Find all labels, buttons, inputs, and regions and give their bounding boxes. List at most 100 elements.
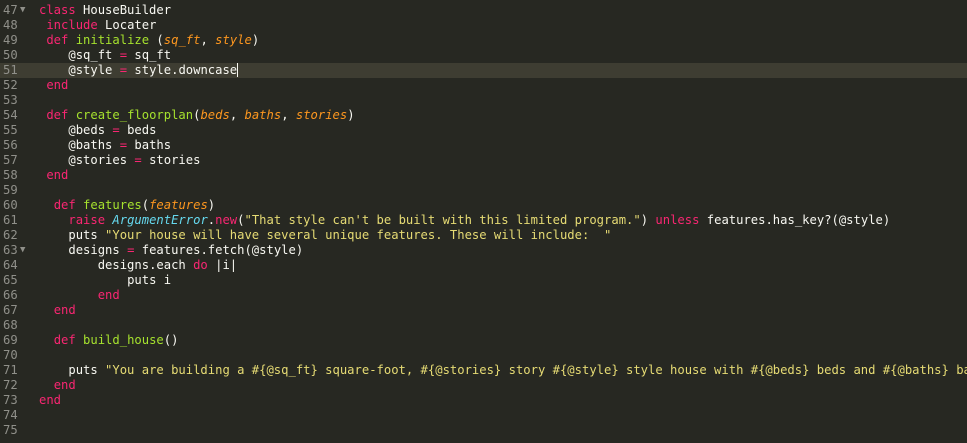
code-token: features [149, 198, 208, 212]
code-token: def [53, 198, 76, 212]
code-token: ) [251, 33, 260, 47]
code-text: def build_house() [39, 333, 179, 348]
code-line[interactable]: 72 end [0, 378, 967, 393]
line-number: 65 [3, 273, 18, 287]
fold-arrow-icon[interactable]: ▼ [20, 243, 25, 258]
line-number: 68 [3, 318, 18, 332]
code-line[interactable]: 62 puts "Your house will have several un… [0, 228, 967, 243]
code-token: stories [141, 153, 201, 167]
code-token: build_house [83, 333, 164, 347]
code-line[interactable]: 71 puts "You are building a #{@sq_ft} sq… [0, 363, 967, 378]
code-token: ) [207, 198, 216, 212]
code-token: style.downcase [127, 63, 238, 77]
code-token: end [53, 303, 76, 317]
line-number: 57 [3, 153, 18, 167]
code-line[interactable]: 61 raise ArgumentError.new("That style c… [0, 213, 967, 228]
line-number: 59 [3, 183, 18, 197]
code-text: raise ArgumentError.new("That style can'… [39, 213, 890, 228]
code-line[interactable]: 67 end [0, 303, 967, 318]
code-token: initialize [75, 33, 150, 47]
line-number: 64 [3, 258, 18, 272]
code-line[interactable]: 47 ▼ class HouseBuilder [0, 3, 967, 18]
line-number: 63 [3, 243, 18, 257]
code-token: ) [347, 108, 355, 122]
line-number: 74 [3, 408, 18, 422]
code-line[interactable]: 58 end [0, 168, 967, 183]
code-token: def [46, 33, 69, 47]
code-token: puts [68, 228, 106, 242]
code-line[interactable]: 53 [0, 93, 967, 108]
code-token: @baths [68, 138, 120, 152]
code-token: features.has_key?(@style) [699, 213, 891, 227]
code-line[interactable]: 57 @stories = stories [0, 153, 967, 168]
code-line[interactable]: 68 [0, 318, 967, 333]
code-line[interactable]: 59 [0, 183, 967, 198]
code-editor[interactable]: 47 ▼ class HouseBuilder 48 include Locater 4… [0, 0, 967, 443]
line-number: 61 [3, 213, 18, 227]
fold-arrow-icon[interactable]: ▼ [20, 3, 25, 18]
code-text: puts "You are building a #{@sq_ft} squar… [39, 363, 967, 378]
code-line[interactable]: 64 designs.each do |i| [0, 258, 967, 273]
line-number: 62 [3, 228, 18, 242]
code-line[interactable]: 56 @baths = baths [0, 138, 967, 153]
code-text: end [39, 288, 120, 303]
code-line[interactable]: 48 include Locater [0, 18, 967, 33]
code-line[interactable]: 60 def features(features) [0, 198, 967, 213]
code-line[interactable]: 63 ▼ designs = features.fetch(@style) [0, 243, 967, 258]
code-text: include Locater [39, 18, 156, 33]
code-token: Locater [97, 18, 157, 32]
code-line[interactable]: 54 def create_floorplan(beds, baths, sto… [0, 108, 967, 123]
code-token: @stories [68, 153, 135, 167]
code-token: ( [149, 33, 164, 47]
code-line[interactable]: 49 def initialize (sq_ft, style) [0, 33, 967, 48]
code-token: , [229, 108, 245, 122]
code-token: def [46, 108, 69, 122]
code-text: class HouseBuilder [39, 3, 171, 18]
code-token: include [46, 18, 98, 32]
code-text: @baths = baths [39, 138, 171, 153]
code-token: @beds [68, 123, 113, 137]
code-text: def create_floorplan(beds, baths, storie… [39, 108, 355, 123]
code-line[interactable]: 52 end [0, 78, 967, 93]
code-text: end [39, 378, 76, 393]
code-line[interactable]: 66 end [0, 288, 967, 303]
code-line[interactable]: 65 puts i [0, 273, 967, 288]
code-line[interactable]: 75 [0, 423, 967, 438]
code-token: baths [127, 138, 172, 152]
code-text: end [39, 78, 68, 93]
code-line[interactable]: 69 def build_house() [0, 333, 967, 348]
code-token: designs [68, 243, 128, 257]
code-token: = [119, 63, 128, 77]
code-text: puts "Your house will have several uniqu… [39, 228, 611, 243]
line-number: 51 [3, 63, 18, 77]
line-number: 47 [3, 3, 18, 17]
code-line[interactable]: 74 [0, 408, 967, 423]
code-token: = [119, 48, 128, 62]
code-token: end [46, 78, 69, 92]
code-token: raise [68, 213, 106, 227]
code-token: end [39, 393, 62, 407]
code-text: designs.each do |i| [39, 258, 237, 273]
code-token: def [53, 333, 76, 347]
code-line[interactable]: 50 @sq_ft = sq_ft [0, 48, 967, 63]
code-token: beds [119, 123, 157, 137]
code-text: @sq_ft = sq_ft [39, 48, 171, 63]
code-line[interactable]: 73 end [0, 393, 967, 408]
code-text: designs = features.fetch(@style) [39, 243, 303, 258]
code-token: sq_ft [127, 48, 172, 62]
line-number: 48 [3, 18, 18, 32]
code-text: @beds = beds [39, 123, 156, 138]
line-number: 72 [3, 378, 18, 392]
line-number: 52 [3, 78, 18, 92]
line-number: 66 [3, 288, 18, 302]
code-token: "Your house will have several unique fea… [105, 228, 612, 242]
code-line[interactable]: 51 @style = style.downcase [0, 63, 967, 78]
code-token: () [163, 333, 179, 347]
code-line[interactable]: 70 [0, 348, 967, 363]
code-line[interactable]: 55 @beds = beds [0, 123, 967, 138]
code-token: baths [244, 108, 282, 122]
